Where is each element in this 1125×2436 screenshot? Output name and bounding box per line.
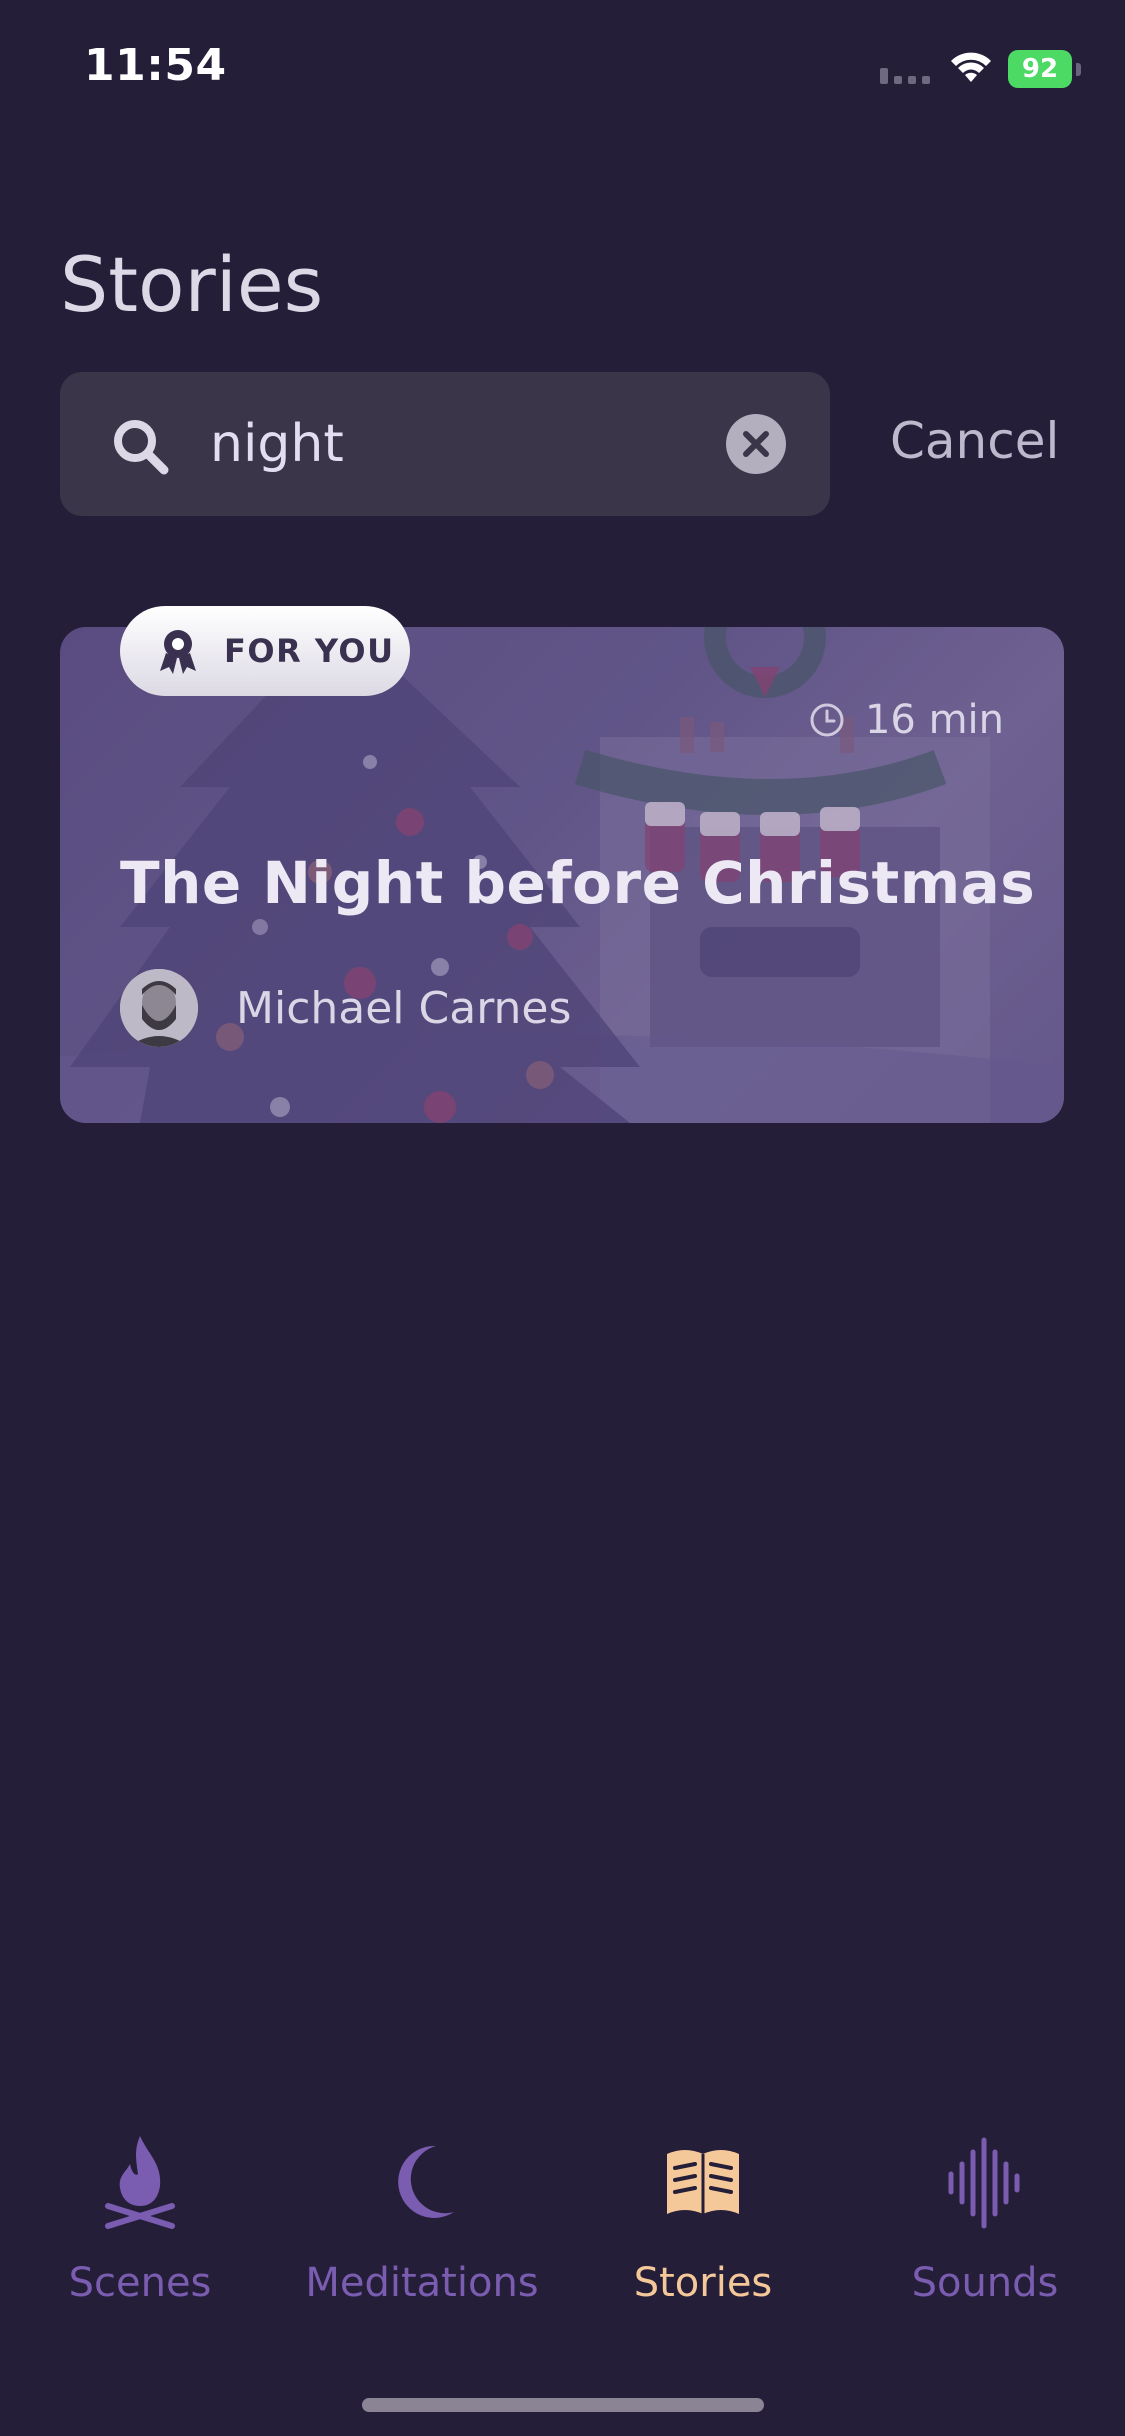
battery-level: 92 bbox=[1008, 50, 1072, 88]
campfire-icon bbox=[105, 2136, 175, 2229]
battery-cap bbox=[1076, 63, 1081, 76]
status-time: 11:54 bbox=[84, 40, 227, 91]
battery-icon: 92 bbox=[1008, 50, 1082, 88]
award-ribbon-icon bbox=[160, 630, 196, 674]
story-title: The Night before Christmas bbox=[120, 849, 1036, 917]
cancel-button[interactable]: Cancel bbox=[890, 412, 1059, 470]
search-icon bbox=[114, 420, 169, 475]
avatar bbox=[120, 969, 198, 1047]
cellular-signal-icon bbox=[880, 68, 930, 84]
tab-sounds[interactable]: Sounds bbox=[845, 2120, 1125, 2320]
wifi-icon bbox=[951, 52, 991, 82]
search-box[interactable] bbox=[60, 372, 830, 516]
for-you-badge: FOR YOU bbox=[120, 606, 410, 696]
moon-icon bbox=[398, 2145, 454, 2218]
badge-label: FOR YOU bbox=[224, 632, 395, 670]
tab-stories[interactable]: Stories bbox=[563, 2120, 843, 2320]
tab-label: Sounds bbox=[911, 2260, 1059, 2306]
clear-search-icon[interactable] bbox=[726, 414, 786, 474]
tab-scenes[interactable]: Scenes bbox=[0, 2120, 280, 2320]
sound-wave-icon bbox=[948, 2137, 1020, 2229]
tab-label: Scenes bbox=[68, 2260, 212, 2306]
author-name: Michael Carnes bbox=[236, 982, 572, 1034]
duration-label: 16 min bbox=[864, 697, 1004, 743]
tab-meditations[interactable]: Meditations bbox=[282, 2120, 562, 2320]
tab-bar: Scenes Meditations Stories Sounds bbox=[0, 2120, 1125, 2340]
page-title: Stories bbox=[60, 240, 324, 329]
close-icon bbox=[743, 431, 769, 457]
tab-label: Stories bbox=[633, 2260, 773, 2306]
author-portrait-icon bbox=[120, 969, 198, 1047]
story-author: Michael Carnes bbox=[120, 969, 571, 1047]
clock-icon bbox=[810, 703, 844, 737]
home-indicator[interactable] bbox=[362, 2398, 764, 2412]
story-card[interactable]: 16 min The Night before Christmas Michae… bbox=[60, 627, 1064, 1123]
tab-label: Meditations bbox=[305, 2260, 539, 2306]
story-duration: 16 min bbox=[809, 697, 1004, 743]
open-book-icon bbox=[667, 2150, 739, 2214]
search-input[interactable] bbox=[210, 406, 750, 482]
